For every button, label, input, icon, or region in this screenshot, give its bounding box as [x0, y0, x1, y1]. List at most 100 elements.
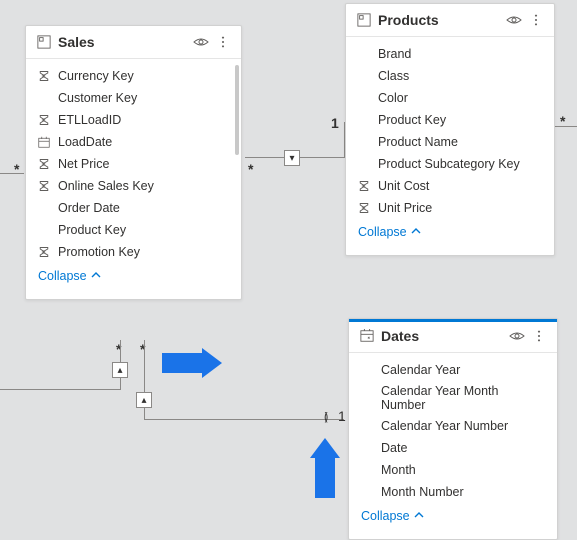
chevron-up-icon: [411, 225, 421, 239]
scrollbar-thumb[interactable]: [235, 65, 239, 155]
field-label: Month: [381, 463, 416, 477]
field-row[interactable]: Unit Cost: [346, 175, 550, 197]
table-card-products[interactable]: Products Brand Class Color Product Key Produ…: [345, 3, 555, 256]
field-row[interactable]: Product Key: [26, 219, 237, 241]
more-options-icon[interactable]: [215, 34, 231, 50]
field-label: Color: [378, 91, 408, 105]
field-row[interactable]: Month: [349, 459, 553, 481]
field-row[interactable]: Calendar Year: [349, 359, 553, 381]
more-options-icon[interactable]: [528, 12, 544, 28]
visibility-icon[interactable]: [506, 12, 522, 28]
field-label: Calendar Year Number: [381, 419, 508, 433]
field-label: Month Number: [381, 485, 464, 499]
field-label: Class: [378, 69, 409, 83]
sigma-icon: [36, 178, 52, 194]
table-icon: [36, 34, 52, 50]
sigma-icon: [356, 178, 372, 194]
chevron-up-icon: ▴: [117, 365, 122, 376]
field-label: Product Name: [378, 135, 458, 149]
field-label: Order Date: [58, 201, 120, 215]
date-table-icon: [359, 328, 375, 344]
connector-sales-dates-h1: [0, 389, 120, 390]
field-row[interactable]: Date: [349, 437, 553, 459]
sigma-icon: [36, 156, 52, 172]
table-card-sales[interactable]: Sales Currency Key Customer Key ETLLoadID L…: [25, 25, 242, 300]
field-row[interactable]: Promotion Key: [26, 241, 237, 263]
card-header[interactable]: Products: [346, 4, 554, 37]
card-body: Currency Key Customer Key ETLLoadID LoadDat…: [26, 59, 241, 299]
collapse-label: Collapse: [361, 509, 410, 523]
field-row[interactable]: Currency Key: [26, 65, 237, 87]
field-row[interactable]: Unit Price: [346, 197, 550, 219]
annotation-arrow-up: [310, 438, 340, 498]
field-row[interactable]: Color: [346, 87, 550, 109]
field-label: Unit Cost: [378, 179, 429, 193]
table-title: Products: [378, 12, 502, 28]
more-options-icon[interactable]: [531, 328, 547, 344]
chevron-down-icon: ▾: [289, 153, 294, 164]
connector-arrow-node: ▴: [136, 392, 152, 408]
limited-relationship-icon: (): [324, 411, 325, 423]
field-label: LoadDate: [58, 135, 112, 149]
field-row[interactable]: Online Sales Key: [26, 175, 237, 197]
sigma-icon: [36, 112, 52, 128]
field-label: ETLLoadID: [58, 113, 121, 127]
field-label: Calendar Year: [381, 363, 460, 377]
collapse-link[interactable]: Collapse: [26, 263, 237, 293]
field-label: Brand: [378, 47, 411, 61]
field-row[interactable]: ETLLoadID: [26, 109, 237, 131]
cardinality-many-icon: *: [248, 161, 253, 177]
field-row[interactable]: Calendar Year Month Number: [349, 381, 553, 415]
cardinality-many-icon: *: [14, 161, 19, 177]
card-body: Calendar Year Calendar Year Month Number C…: [349, 353, 557, 539]
field-row[interactable]: Product Key: [346, 109, 550, 131]
visibility-icon[interactable]: [193, 34, 209, 50]
connector-products-right-line: [553, 126, 577, 127]
field-label: Date: [381, 441, 407, 455]
field-row[interactable]: Order Date: [26, 197, 237, 219]
field-row[interactable]: Product Name: [346, 131, 550, 153]
field-label: Promotion Key: [58, 245, 140, 259]
chevron-up-icon: ▴: [141, 395, 146, 406]
field-row[interactable]: Product Subcategory Key: [346, 153, 550, 175]
annotation-arrow-right: [162, 348, 222, 378]
field-label: Unit Price: [378, 201, 432, 215]
field-row[interactable]: Class: [346, 65, 550, 87]
field-label: Product Subcategory Key: [378, 157, 520, 171]
field-row[interactable]: Brand: [346, 43, 550, 65]
connector-sales-dates-h2: [144, 419, 344, 420]
cardinality-one-icon: 1: [331, 115, 339, 131]
field-row[interactable]: Calendar Year Number: [349, 415, 553, 437]
connector-arrow-node: ▴: [112, 362, 128, 378]
field-label: Calendar Year Month Number: [381, 384, 541, 412]
field-label: Product Key: [58, 223, 126, 237]
table-title: Sales: [58, 34, 189, 50]
field-label: Net Price: [58, 157, 109, 171]
sigma-icon: [36, 244, 52, 260]
field-row[interactable]: LoadDate: [26, 131, 237, 153]
calendar-icon: [36, 134, 52, 150]
field-row[interactable]: Month Number: [349, 481, 553, 503]
card-header[interactable]: Dates: [349, 319, 557, 353]
field-label: Currency Key: [58, 69, 134, 83]
card-header[interactable]: Sales: [26, 26, 241, 59]
chevron-up-icon: [414, 509, 424, 523]
table-icon: [356, 12, 372, 28]
field-row[interactable]: Customer Key: [26, 87, 237, 109]
field-label: Online Sales Key: [58, 179, 154, 193]
connector-sales-dates-v2: [144, 340, 145, 420]
connector-arrow-node: ▾: [284, 150, 300, 166]
field-label: Product Key: [378, 113, 446, 127]
sigma-icon: [36, 68, 52, 84]
field-row[interactable]: Net Price: [26, 153, 237, 175]
collapse-label: Collapse: [358, 225, 407, 239]
cardinality-one-icon: 1: [338, 408, 346, 424]
table-title: Dates: [381, 328, 505, 344]
collapse-link[interactable]: Collapse: [346, 219, 550, 249]
visibility-icon[interactable]: [509, 328, 525, 344]
connector-sales-left-line: [0, 173, 24, 174]
collapse-label: Collapse: [38, 269, 87, 283]
field-label: Customer Key: [58, 91, 137, 105]
collapse-link[interactable]: Collapse: [349, 503, 553, 533]
table-card-dates[interactable]: Dates Calendar Year Calendar Year Month N…: [348, 318, 558, 540]
